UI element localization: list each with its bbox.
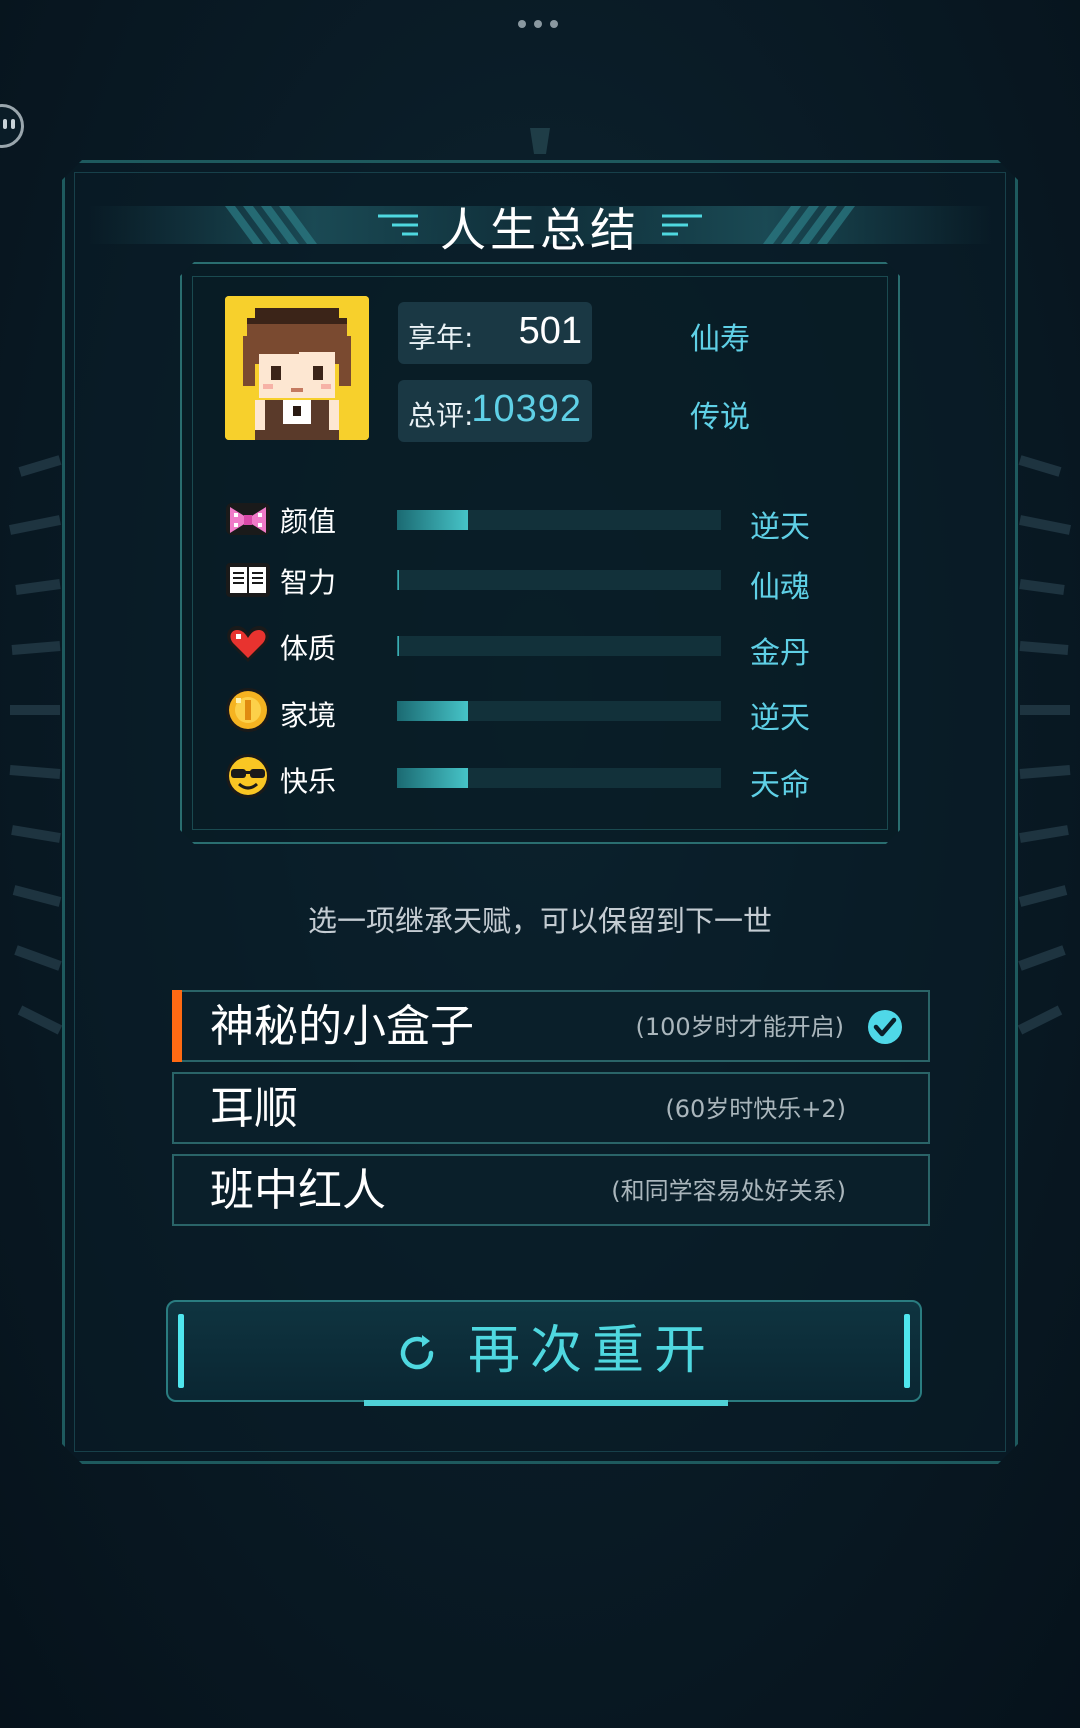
attr-bar-fill <box>397 510 469 530</box>
book-icon <box>226 563 270 597</box>
score-label: 总评: <box>408 399 474 432</box>
avatar <box>225 296 369 440</box>
attr-bar <box>397 510 721 530</box>
restart-button[interactable]: 再次重开 <box>166 1300 922 1406</box>
heart-icon <box>227 626 269 662</box>
talent-name: 耳顺 <box>210 1083 298 1134</box>
score-value: 10392 <box>471 388 582 430</box>
score-box: 总评: 10392 <box>398 380 592 442</box>
selected-marker <box>172 990 182 1062</box>
talent-desc: (60岁时快乐+2) <box>665 1095 846 1123</box>
age-label: 享年: <box>408 321 474 354</box>
button-edge-right <box>904 1314 910 1388</box>
inherit-hint: 选一项继承天赋，可以保留到下一世 <box>307 904 772 938</box>
assistant-bubble-icon[interactable] <box>0 104 24 148</box>
talent-desc: (100岁时才能开启) <box>635 1013 844 1041</box>
attr-bar <box>397 768 721 788</box>
attr-bar-fill <box>397 636 399 656</box>
side-decoration-right <box>1017 455 1071 1035</box>
attr-bar <box>397 701 721 721</box>
talent-option-2[interactable]: 耳顺 (60岁时快乐+2) <box>172 1072 930 1144</box>
frame-top-notch <box>530 128 550 154</box>
pixel-character-icon <box>225 296 369 440</box>
check-circle-icon <box>868 1010 902 1044</box>
talent-desc: (和同学容易处好关系) <box>611 1177 846 1205</box>
attr-name: 快乐 <box>280 765 337 798</box>
attr-bar-fill <box>397 768 469 788</box>
button-bottom-accent <box>364 1400 728 1406</box>
talent-option-3[interactable]: 班中红人 (和同学容易处好关系) <box>172 1154 930 1226</box>
attr-name: 智力 <box>280 566 337 599</box>
attr-bar-fill <box>397 701 469 721</box>
attr-bar <box>397 636 721 656</box>
attr-grade: 金丹 <box>750 636 810 671</box>
age-rank: 仙寿 <box>690 322 750 357</box>
attr-name: 家境 <box>280 699 337 732</box>
attr-grade: 天命 <box>750 768 810 803</box>
attr-bar-fill <box>397 570 399 590</box>
page-title: 人生总结 <box>440 203 640 257</box>
attr-name: 体质 <box>280 632 337 665</box>
button-edge-left <box>178 1314 184 1388</box>
attr-grade: 逆天 <box>750 701 810 736</box>
more-menu-icon[interactable] <box>518 20 558 28</box>
title-stripes-right <box>763 206 855 244</box>
talent-option-1[interactable]: 神秘的小盒子 (100岁时才能开启) <box>172 990 930 1062</box>
sunglasses-face-icon <box>226 754 270 798</box>
talent-name: 班中红人 <box>210 1165 386 1216</box>
restart-label: 再次重开 <box>468 1321 717 1381</box>
age-value: 501 <box>518 310 582 352</box>
coin-icon <box>226 688 270 732</box>
refresh-icon <box>400 1335 434 1370</box>
bow-icon <box>226 503 270 535</box>
attr-grade: 仙魂 <box>750 570 810 605</box>
age-box: 享年: 501 <box>398 302 592 364</box>
title-stripes-left <box>225 206 317 244</box>
attr-grade: 逆天 <box>750 510 810 545</box>
side-decoration-left <box>9 455 63 1035</box>
score-rank: 传说 <box>690 400 750 435</box>
talent-name: 神秘的小盒子 <box>210 1001 474 1052</box>
attr-bar <box>397 570 721 590</box>
attr-name: 颜值 <box>280 505 337 538</box>
